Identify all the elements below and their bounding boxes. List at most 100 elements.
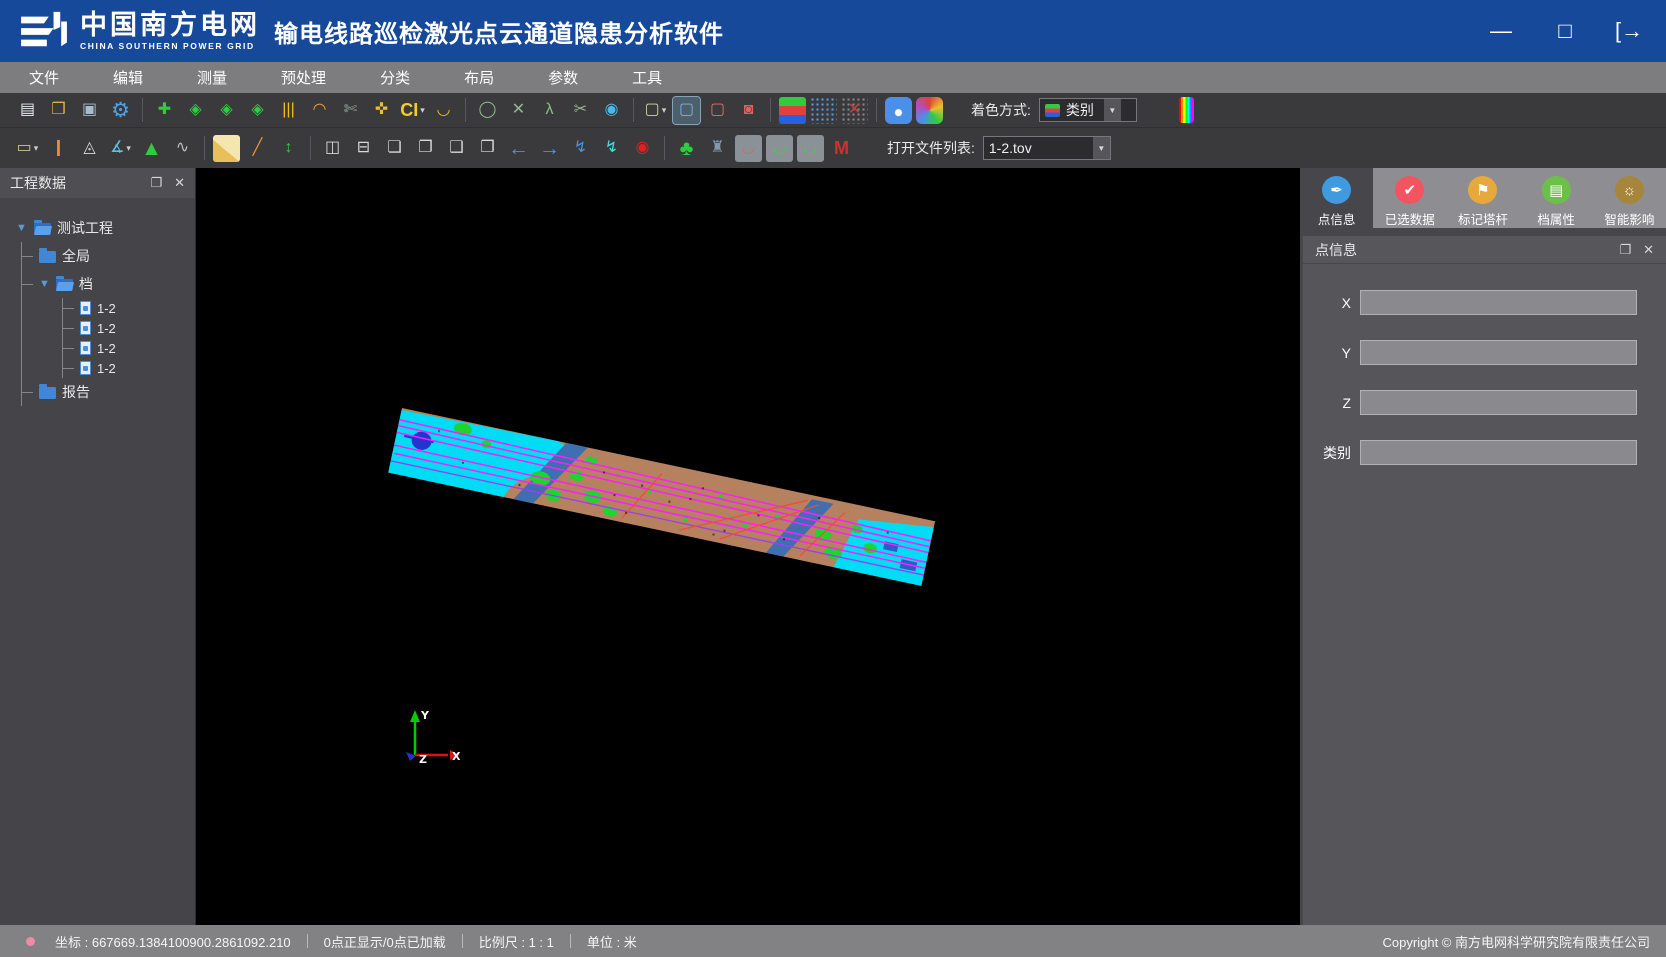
point-grid-icon[interactable]: [810, 97, 837, 124]
panel-close-icon[interactable]: ✕: [1643, 242, 1654, 258]
toolbar-separator: [633, 98, 634, 122]
view-mode-icon[interactable]: ▭: [14, 135, 41, 162]
angle-warning-icon[interactable]: ◬: [76, 135, 103, 162]
open-folder-icon[interactable]: ❒: [45, 97, 72, 124]
field-input[interactable]: [1360, 340, 1637, 365]
clip-inside-icon[interactable]: ◈: [213, 97, 240, 124]
span-view-green-icon[interactable]: ◡: [766, 135, 793, 162]
profile-line-icon[interactable]: ↯: [567, 135, 594, 162]
tab-mark-tower[interactable]: ⚑ 标记塔杆: [1446, 168, 1519, 228]
copy-window-icon[interactable]: ❑: [443, 135, 470, 162]
expand-arrow-icon[interactable]: ▼: [39, 278, 50, 290]
grid-delete-icon[interactable]: ✕: [841, 97, 868, 124]
split-horizontal-icon[interactable]: ⊟: [350, 135, 377, 162]
split-vertical-icon[interactable]: ◫: [319, 135, 346, 162]
rect-select-cursor-icon[interactable]: ▢: [673, 97, 700, 124]
minimize-button[interactable]: —: [1486, 18, 1516, 44]
tree-node-span[interactable]: ▼ 档: [22, 270, 195, 298]
tree-node-root[interactable]: ▼ 测试工程: [16, 214, 195, 242]
polygon-delete-icon[interactable]: ✕: [505, 97, 532, 124]
new-file-icon[interactable]: ▤: [14, 97, 41, 124]
section-curve-icon[interactable]: ◠: [306, 97, 333, 124]
tab-smart-impact[interactable]: ☼ 智能影响: [1593, 168, 1666, 228]
colorbar-icon[interactable]: [1179, 97, 1194, 123]
panel-maximize-icon[interactable]: ❐: [150, 175, 162, 191]
marker-m-icon[interactable]: M: [828, 135, 855, 162]
tower-icon[interactable]: ♜: [704, 135, 731, 162]
paste-window-icon[interactable]: ❒: [474, 135, 501, 162]
tab-span-props[interactable]: ▤ 档属性: [1520, 168, 1593, 228]
tree-file-1-2-1[interactable]: 1-2: [63, 298, 195, 318]
locate-pin-icon[interactable]: ◉: [629, 135, 656, 162]
menu-layout[interactable]: 布局: [437, 62, 521, 93]
panel-maximize-icon[interactable]: ❐: [1619, 242, 1631, 258]
field-input[interactable]: [1360, 440, 1637, 465]
tree-node-global[interactable]: 全局: [22, 242, 195, 270]
section-spacing-icon[interactable]: ↕: [275, 135, 302, 162]
clip-caliper-icon[interactable]: ✄: [337, 97, 364, 124]
menu-edit[interactable]: 编辑: [86, 62, 170, 93]
class-layers-icon[interactable]: [779, 97, 806, 124]
viewport-3d[interactable]: Y X Z: [196, 168, 1300, 925]
ruler-vertical-icon[interactable]: ❙: [45, 135, 72, 162]
field-input[interactable]: [1360, 290, 1637, 315]
cascade-windows-icon[interactable]: ❏: [381, 135, 408, 162]
vegetation-tree-icon[interactable]: ♣: [673, 135, 700, 162]
chevron-down-icon[interactable]: ▼: [1104, 99, 1121, 121]
panel-close-icon[interactable]: ✕: [174, 175, 185, 191]
exit-button[interactable]: [→: [1614, 18, 1644, 44]
tree-connector: [22, 392, 33, 393]
toolbar-separator: [204, 136, 205, 160]
chevron-down-icon[interactable]: ▼: [1093, 137, 1110, 159]
ellipse-select-icon[interactable]: ◯: [474, 97, 501, 124]
visibility-eye-icon[interactable]: ◉: [598, 97, 625, 124]
angle-measure-icon[interactable]: ∡: [107, 135, 134, 162]
cut-points-icon[interactable]: ✂: [567, 97, 594, 124]
view-forward-icon[interactable]: →: [536, 135, 563, 162]
menu-preprocess[interactable]: 预处理: [254, 62, 353, 93]
move-tool-icon[interactable]: ✚: [151, 97, 178, 124]
span-view-red-icon[interactable]: ◡: [735, 135, 762, 162]
tab-selected-data[interactable]: ✔ 已选数据: [1373, 168, 1446, 228]
menu-file[interactable]: 文件: [2, 62, 86, 93]
expand-arrow-icon[interactable]: ▼: [16, 222, 28, 234]
coloring-mode-select[interactable]: 类别 ▼: [1039, 98, 1137, 122]
open-file-list-select[interactable]: 1-2.tov ▼: [983, 136, 1111, 160]
lasso-select-icon[interactable]: ▢: [704, 97, 731, 124]
north-arrow-icon[interactable]: ▲: [138, 135, 165, 162]
clip-box-icon[interactable]: ◈: [182, 97, 209, 124]
clean-brush-icon[interactable]: [213, 135, 240, 162]
spline-edit-icon[interactable]: ∿: [169, 135, 196, 162]
menu-measure[interactable]: 测量: [170, 62, 254, 93]
tree-root-label: 测试工程: [57, 218, 113, 238]
maximize-button[interactable]: □: [1550, 18, 1580, 44]
rect-select-icon[interactable]: ▢: [642, 97, 669, 124]
field-input[interactable]: [1360, 390, 1637, 415]
save-icon[interactable]: ▣: [76, 97, 103, 124]
clip-outside-icon[interactable]: ◈: [244, 97, 271, 124]
viewport-canvas[interactable]: Y X Z: [196, 168, 1300, 925]
menu-tools[interactable]: 工具: [605, 62, 689, 93]
point-pick-icon[interactable]: λ: [536, 97, 563, 124]
ci-classify-icon[interactable]: CI: [399, 97, 426, 124]
menu-classify[interactable]: 分类: [353, 62, 437, 93]
menu-params[interactable]: 参数: [521, 62, 605, 93]
catenary-icon[interactable]: ◡: [430, 97, 457, 124]
snapshot-camera-icon[interactable]: [885, 97, 912, 124]
palette-icon[interactable]: [916, 97, 943, 124]
settings-gear-icon[interactable]: ⚙: [107, 97, 134, 124]
invert-select-icon[interactable]: ◙: [735, 97, 762, 124]
new-window-icon[interactable]: ❐: [412, 135, 439, 162]
tree-file-1-2-2[interactable]: 1-2: [63, 318, 195, 338]
tab-point-info[interactable]: ✒ 点信息: [1300, 168, 1373, 228]
tree-node-report[interactable]: 报告: [22, 378, 195, 406]
tree-root-children: 全局 ▼ 档 1-2: [21, 242, 195, 406]
ruler-diagonal-icon[interactable]: ╱: [244, 135, 271, 162]
key-add-icon[interactable]: ✜: [368, 97, 395, 124]
span-view-dual-icon[interactable]: ◡: [797, 135, 824, 162]
profile-bars-icon[interactable]: |||: [275, 97, 302, 124]
tree-file-1-2-4[interactable]: 1-2: [63, 358, 195, 378]
view-back-icon[interactable]: ←: [505, 135, 532, 162]
profile-line-alt-icon[interactable]: ↯: [598, 135, 625, 162]
tree-file-1-2-3[interactable]: 1-2: [63, 338, 195, 358]
